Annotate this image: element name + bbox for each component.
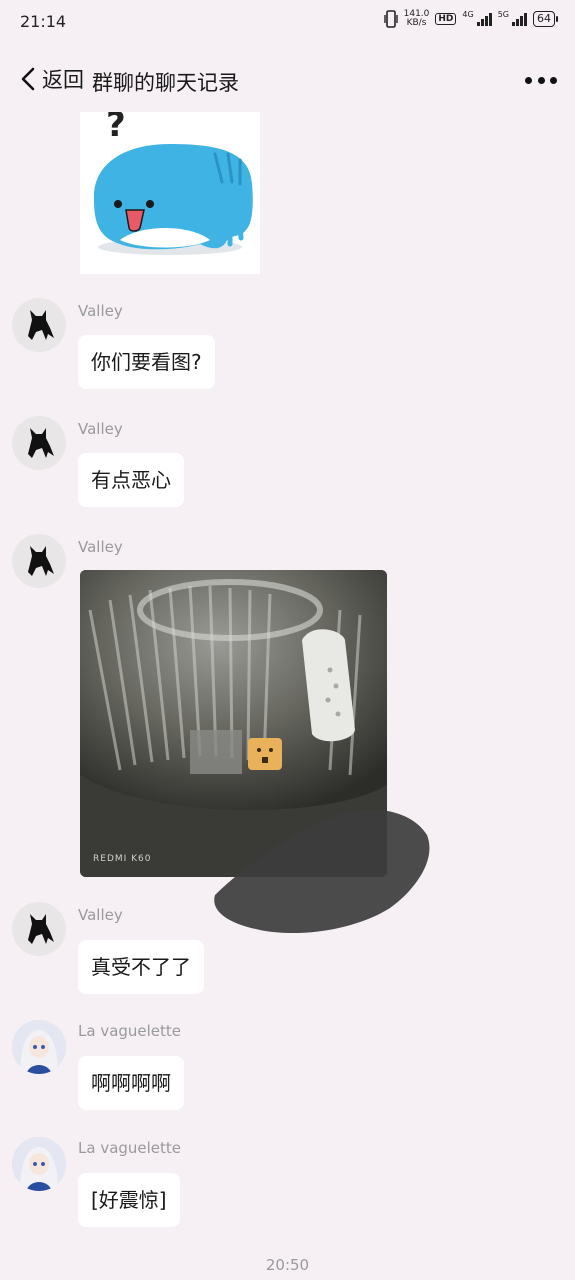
message-bubble[interactable]: 有点恶心: [78, 453, 184, 507]
network-speed-unit: KB/s: [406, 18, 427, 28]
message-bubble[interactable]: 你们要看图?: [78, 335, 215, 389]
ink-smudge-overlay: [214, 809, 430, 934]
battery-icon: 64: [533, 11, 558, 27]
chevron-left-icon: [21, 67, 35, 91]
hd-icon: HD: [435, 13, 457, 25]
more-dot-icon: [525, 76, 532, 84]
status-icons: 141.0 KB/s HD 4G 5G 64: [383, 9, 558, 28]
avatar[interactable]: [12, 534, 66, 588]
avatar[interactable]: [12, 298, 66, 352]
sender-name: Valley: [78, 420, 123, 438]
status-bar: 21:14 141.0 KB/s HD 4G 5G 64: [0, 0, 575, 44]
page-title: 群聊的聊天记录: [92, 71, 239, 95]
sender-name: Valley: [78, 302, 123, 320]
message-bubble[interactable]: [好震惊]: [78, 1173, 180, 1227]
avatar[interactable]: [12, 416, 66, 470]
sender-name: La vaguelette: [78, 1139, 182, 1157]
black-cat-icon: [28, 428, 54, 458]
message-bubble[interactable]: 真受不了了: [78, 940, 204, 994]
back-label: 返回: [42, 68, 84, 92]
blue-creature-sticker: ?: [80, 112, 260, 274]
sender-name: Valley: [78, 906, 123, 924]
black-cat-icon: [28, 546, 54, 576]
clock: 21:14: [20, 12, 67, 31]
message-timestamp: 20:50: [265, 1256, 310, 1274]
signal-1-icon: [476, 12, 492, 26]
back-button[interactable]: 返回: [18, 64, 84, 94]
vibrate-icon: [383, 10, 398, 28]
sender-name: La vaguelette: [78, 1022, 182, 1040]
avatar[interactable]: [12, 1137, 66, 1191]
more-dot-icon: [537, 76, 545, 84]
svg-text:?: ?: [106, 112, 126, 145]
avatar[interactable]: [12, 1020, 66, 1074]
anime-girl-avatar-icon: [12, 1020, 66, 1074]
message-bubble[interactable]: 啊啊啊啊: [78, 1056, 184, 1110]
sender-name: Valley: [78, 538, 123, 556]
anime-girl-avatar-icon: [12, 1137, 66, 1191]
black-cat-icon: [28, 914, 54, 944]
sim1-network-label: 4G: [462, 9, 474, 19]
more-options-button[interactable]: [525, 68, 557, 92]
avatar[interactable]: [12, 902, 66, 956]
sim2-network-label: 5G: [497, 9, 509, 19]
network-speed: 141.0 KB/s: [404, 10, 430, 28]
sticker-image[interactable]: ?: [80, 112, 260, 274]
photo-watermark: REDMI K60: [93, 854, 152, 864]
more-dot-icon: [550, 76, 557, 84]
signal-2-icon: [512, 12, 527, 26]
black-cat-icon: [28, 310, 54, 340]
chat-header: 返回 群聊的聊天记录: [0, 54, 575, 108]
